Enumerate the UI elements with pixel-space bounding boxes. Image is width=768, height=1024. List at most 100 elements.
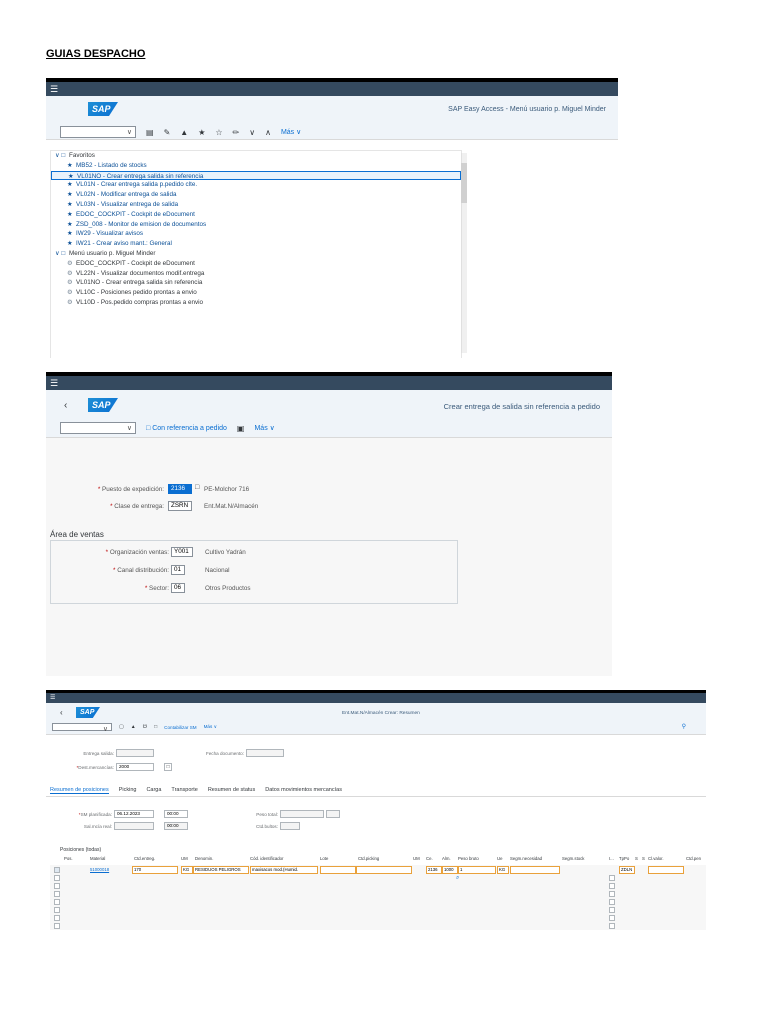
column-header[interactable]: Ue	[497, 856, 503, 865]
column-header[interactable]: TpPo	[619, 856, 629, 865]
column-header[interactable]: I...	[609, 856, 614, 865]
weight-unit-field[interactable]: KG	[497, 866, 509, 874]
identifier-field[interactable]: maxisacos mod.(Humid.	[250, 866, 318, 874]
column-header[interactable]: Cód. identificador	[250, 856, 283, 865]
column-header[interactable]: Cl.valor.	[648, 856, 664, 865]
column-header[interactable]: Peso bruto	[458, 856, 479, 865]
value-help-icon[interactable]: □	[195, 484, 199, 491]
column-header[interactable]: Ctd.picking	[358, 856, 379, 865]
peso-field[interactable]	[280, 810, 324, 818]
pencil-icon[interactable]: ✏	[233, 128, 240, 137]
column-header[interactable]: Ctd.entreg.	[134, 856, 155, 865]
tree-icon[interactable]: ☋	[143, 724, 147, 730]
column-header[interactable]: Lote	[320, 856, 328, 865]
row-flag-checkbox[interactable]	[609, 899, 615, 905]
column-header[interactable]: UM	[181, 856, 188, 865]
clase-field[interactable]: ZSRN	[168, 501, 192, 511]
tree-item[interactable]: ⚙ VL22N - Visualizar documentos modif.ent…	[51, 269, 461, 279]
row-select-checkbox[interactable]	[54, 923, 60, 929]
tree-folder[interactable]: ∨ □ Favoritos	[51, 151, 461, 161]
column-header[interactable]: Material	[90, 856, 105, 865]
sm-time-field[interactable]: 00:00	[164, 810, 188, 818]
tree-item[interactable]: ★ MB52 - Listado de stocks	[51, 161, 461, 171]
hamburger-icon[interactable]: ☰	[50, 84, 58, 94]
tree-item[interactable]: ★ VL03N - Visualizar entrega de salida	[51, 200, 461, 210]
puesto-field[interactable]: 2136	[168, 484, 192, 494]
row-select-checkbox[interactable]	[54, 899, 60, 905]
column-header[interactable]: Ctd.pen	[686, 856, 701, 865]
item-category-field[interactable]: ZDLN	[619, 866, 635, 874]
favorite-edit-icon[interactable]: ☆	[215, 128, 222, 137]
column-header[interactable]: S	[642, 856, 645, 865]
post-goods-issue-button[interactable]: Contabilizar SM	[164, 725, 196, 730]
storage-field[interactable]: 1000	[442, 866, 458, 874]
fecha-doc-field[interactable]	[246, 749, 284, 757]
tree-item[interactable]: ★ IW29 - Visualizar avisos	[51, 229, 461, 239]
tab-2[interactable]: Carga	[146, 787, 161, 794]
chevron-up-icon[interactable]: ∧	[265, 128, 271, 137]
favorite-icon[interactable]: ★	[198, 128, 205, 137]
row-select-checkbox[interactable]	[54, 915, 60, 921]
column-header[interactable]: Alm.	[442, 856, 451, 865]
salreal-time-field[interactable]: 00:00	[164, 822, 188, 830]
row-select-checkbox[interactable]	[54, 891, 60, 897]
sector-field[interactable]: 06	[171, 583, 185, 593]
tree-item[interactable]: ★ VL01NO - Crear entrega salida sin refer…	[51, 170, 461, 181]
row-select-checkbox[interactable]	[54, 875, 60, 881]
menu-icon[interactable]: ▤	[146, 128, 154, 137]
tree-item[interactable]: ⚙ VL10D - Pos.pedido compras prontas a en…	[51, 298, 461, 308]
add-icon[interactable]: ▲	[180, 128, 188, 137]
entrega-field[interactable]	[116, 749, 154, 757]
description-field[interactable]: RESIDUOS PELIGROS	[193, 866, 249, 874]
value-help-icon[interactable]: ⌕	[456, 875, 459, 882]
org-field[interactable]: Y001	[171, 547, 193, 557]
tree-item[interactable]: ★ ZSD_008 - Monitor de emision de documen…	[51, 220, 461, 230]
row-select-checkbox[interactable]	[54, 867, 60, 873]
batch-field[interactable]	[320, 866, 356, 874]
display-icon[interactable]: ▢	[119, 724, 124, 730]
row-flag-checkbox[interactable]	[609, 883, 615, 889]
dest-field[interactable]: 2000	[116, 763, 154, 771]
tree-item[interactable]: ★ VL01N - Crear entrega salida p.pedido c…	[51, 180, 461, 190]
um-cell[interactable]: KG	[181, 866, 193, 874]
more-menu[interactable]: Más ∨	[254, 424, 274, 432]
tab-4[interactable]: Resumen de status	[208, 787, 255, 794]
tree-item[interactable]: ⚙ EDOC_COCKPIT - Cockpit de eDocument	[51, 259, 461, 269]
chevron-down-icon[interactable]: ∨	[249, 128, 255, 137]
command-dropdown[interactable]	[60, 422, 136, 435]
row-select-checkbox[interactable]	[54, 907, 60, 913]
row-flag-checkbox[interactable]	[609, 875, 615, 881]
search-icon[interactable]: ⚲	[682, 723, 686, 730]
back-icon[interactable]: ‹	[60, 708, 63, 717]
salreal-date-field[interactable]	[114, 822, 154, 830]
valuation-field[interactable]	[648, 866, 684, 874]
row-select-checkbox[interactable]	[54, 883, 60, 889]
tree-item[interactable]: ★ IW21 - Crear aviso mant.: General	[51, 239, 461, 249]
command-dropdown[interactable]	[52, 723, 112, 736]
more-menu[interactable]: Más ∨	[281, 128, 301, 136]
picking-qty-field[interactable]	[356, 866, 412, 874]
tab-0[interactable]: Resumen de posiciones	[50, 787, 109, 794]
tree-folder[interactable]: ∨ □ Menú usuario p. Miguel Minder	[51, 249, 461, 259]
command-dropdown[interactable]	[60, 126, 136, 139]
row-flag-checkbox[interactable]	[609, 907, 615, 913]
tree-item[interactable]: ★ VL02N - Modificar entrega de salida	[51, 190, 461, 200]
tab-5[interactable]: Datos movimientos mercancías	[265, 787, 342, 794]
material-cell[interactable]: 51000018	[90, 866, 130, 874]
up-icon[interactable]: ▲	[131, 724, 136, 730]
canal-field[interactable]: 01	[171, 565, 185, 575]
tree-item[interactable]: ⚙ VL01NO - Crear entrega salida sin refer…	[51, 278, 461, 288]
row-flag-checkbox[interactable]	[609, 915, 615, 921]
back-icon[interactable]: ‹	[64, 400, 67, 411]
display-icon[interactable]: □	[164, 763, 172, 771]
tab-1[interactable]: Picking	[119, 787, 137, 794]
bultos-field[interactable]	[280, 822, 300, 830]
tree-item[interactable]: ⚙ VL10C - Posiciones pedido prontas a env…	[51, 288, 461, 298]
save-icon[interactable]: ▣	[237, 424, 245, 433]
row-flag-checkbox[interactable]	[609, 891, 615, 897]
column-header[interactable]: Segm.necesidad	[510, 856, 542, 865]
segment-field[interactable]	[510, 866, 560, 874]
tree-scroll-thumb[interactable]	[461, 163, 467, 203]
peso-unit-field[interactable]	[326, 810, 340, 818]
hamburger-icon[interactable]: ☰	[50, 695, 55, 701]
